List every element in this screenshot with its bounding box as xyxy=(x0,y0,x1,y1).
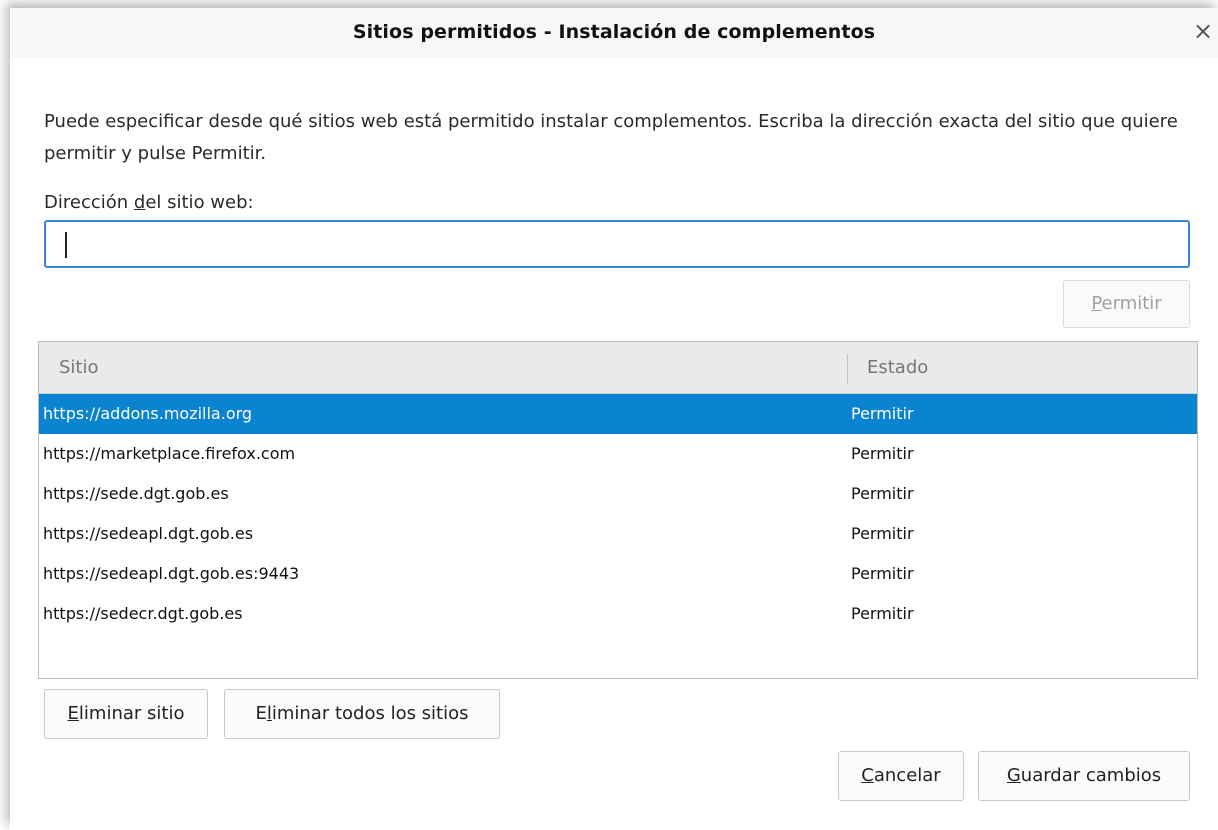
dialog-window: Sitios permitidos - Instalación de compl… xyxy=(10,8,1218,830)
remove-all-label: iminar todos los sitios xyxy=(271,703,469,724)
save-changes-button[interactable]: Guardar cambios xyxy=(978,751,1190,801)
column-header-site[interactable]: Sitio xyxy=(59,342,99,394)
table-row[interactable]: https://sedeapl.dgt.gob.es Permitir xyxy=(39,514,1197,554)
table-header: Sitio Estado xyxy=(39,342,1197,394)
table-row[interactable]: https://sedecr.dgt.gob.es Permitir xyxy=(39,594,1197,634)
address-label-accel: d xyxy=(133,192,146,213)
dialog-content: Puede especificar desde qué sitios web e… xyxy=(10,58,1218,830)
address-label-part: el sitio web: xyxy=(145,192,254,213)
table-body: https://addons.mozilla.org Permitir http… xyxy=(39,394,1197,634)
column-divider[interactable] xyxy=(847,354,848,384)
table-row[interactable]: https://sede.dgt.gob.es Permitir xyxy=(39,474,1197,514)
table-row[interactable]: https://sedeapl.dgt.gob.es:9443 Permitir xyxy=(39,554,1197,594)
cancel-button[interactable]: Cancelar xyxy=(838,751,964,801)
save-accel: G xyxy=(1006,765,1021,786)
address-input[interactable] xyxy=(44,220,1190,268)
remove-all-sites-button[interactable]: Eliminar todos los sitios xyxy=(224,689,500,739)
cancel-accel: C xyxy=(861,765,874,786)
allow-button-label: ermitir xyxy=(1101,293,1162,314)
site-cell: https://marketplace.firefox.com xyxy=(43,444,296,463)
remove-all-label-start: E xyxy=(255,703,267,724)
status-cell: Permitir xyxy=(851,444,914,463)
table-row[interactable]: https://addons.mozilla.org Permitir xyxy=(39,394,1197,434)
column-header-status[interactable]: Estado xyxy=(867,342,928,394)
cancel-label: ancelar xyxy=(873,765,941,786)
status-cell: Permitir xyxy=(851,524,914,543)
site-cell: https://sede.dgt.gob.es xyxy=(43,484,229,503)
text-caret xyxy=(65,232,67,258)
site-cell: https://sedecr.dgt.gob.es xyxy=(43,604,243,623)
allow-button[interactable]: Permitir xyxy=(1063,280,1190,328)
remove-site-label: liminar sitio xyxy=(78,703,185,724)
sites-table: Sitio Estado https://addons.mozilla.org … xyxy=(38,341,1198,679)
description-text: Puede especificar desde qué sitios web e… xyxy=(44,111,1178,164)
titlebar: Sitios permitidos - Instalación de compl… xyxy=(10,8,1218,58)
status-cell: Permitir xyxy=(851,404,914,423)
save-label: uardar cambios xyxy=(1020,765,1162,786)
dialog-title: Sitios permitidos - Instalación de compl… xyxy=(352,21,876,43)
address-label-part: Dirección xyxy=(44,192,134,213)
remove-site-button[interactable]: Eliminar sitio xyxy=(44,689,208,739)
site-cell: https://sedeapl.dgt.gob.es xyxy=(43,524,254,543)
address-label: Dirección del sitio web: xyxy=(44,192,254,213)
table-row[interactable]: https://marketplace.firefox.com Permitir xyxy=(39,434,1197,474)
allow-button-accel: P xyxy=(1091,293,1102,314)
status-cell: Permitir xyxy=(851,604,914,623)
close-icon[interactable]: × xyxy=(1188,16,1218,46)
remove-site-accel: E xyxy=(67,703,79,724)
status-cell: Permitir xyxy=(851,484,914,503)
site-cell: https://addons.mozilla.org xyxy=(43,404,253,423)
site-cell: https://sedeapl.dgt.gob.es:9443 xyxy=(43,564,300,583)
status-cell: Permitir xyxy=(851,564,914,583)
